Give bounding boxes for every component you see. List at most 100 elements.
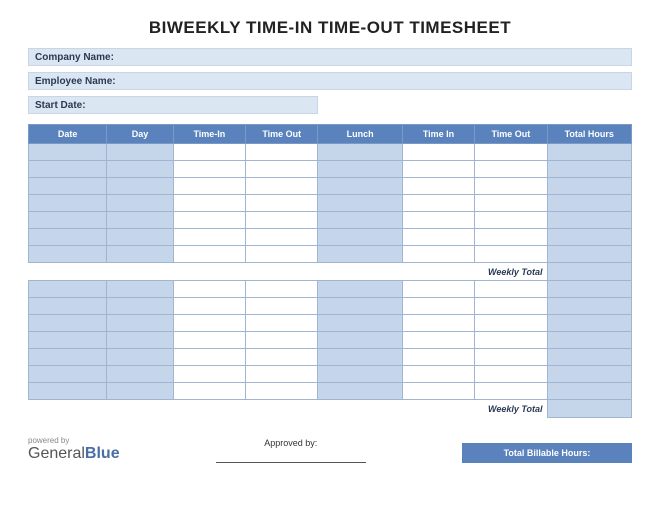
cell-total[interactable] xyxy=(547,229,631,246)
cell-day[interactable] xyxy=(107,315,173,332)
cell-timein[interactable] xyxy=(173,161,245,178)
cell-timein2[interactable] xyxy=(402,298,474,315)
cell-day[interactable] xyxy=(107,366,173,383)
cell-timeout2[interactable] xyxy=(475,366,547,383)
cell-timeout[interactable] xyxy=(246,298,318,315)
cell-total[interactable] xyxy=(547,332,631,349)
cell-day[interactable] xyxy=(107,349,173,366)
approved-by-signature-line[interactable] xyxy=(216,462,366,463)
cell-timein2[interactable] xyxy=(402,332,474,349)
cell-date[interactable] xyxy=(29,332,107,349)
cell-day[interactable] xyxy=(107,298,173,315)
cell-timeout[interactable] xyxy=(246,246,318,263)
cell-timeout2[interactable] xyxy=(475,195,547,212)
cell-timein2[interactable] xyxy=(402,281,474,298)
cell-date[interactable] xyxy=(29,366,107,383)
cell-timein[interactable] xyxy=(173,366,245,383)
cell-lunch[interactable] xyxy=(318,366,402,383)
cell-total[interactable] xyxy=(547,178,631,195)
cell-timeout2[interactable] xyxy=(475,161,547,178)
cell-date[interactable] xyxy=(29,178,107,195)
cell-timeout[interactable] xyxy=(246,229,318,246)
cell-timeout2[interactable] xyxy=(475,212,547,229)
employee-name-field[interactable]: Employee Name: xyxy=(28,72,632,90)
cell-day[interactable] xyxy=(107,281,173,298)
cell-total[interactable] xyxy=(547,349,631,366)
cell-timeout[interactable] xyxy=(246,178,318,195)
cell-lunch[interactable] xyxy=(318,178,402,195)
cell-timeout[interactable] xyxy=(246,315,318,332)
cell-timein[interactable] xyxy=(173,332,245,349)
cell-day[interactable] xyxy=(107,195,173,212)
cell-total[interactable] xyxy=(547,212,631,229)
cell-timein[interactable] xyxy=(173,144,245,161)
cell-total[interactable] xyxy=(547,144,631,161)
cell-day[interactable] xyxy=(107,161,173,178)
cell-total[interactable] xyxy=(547,298,631,315)
cell-timein[interactable] xyxy=(173,315,245,332)
cell-date[interactable] xyxy=(29,298,107,315)
cell-timeout2[interactable] xyxy=(475,246,547,263)
cell-timeout[interactable] xyxy=(246,332,318,349)
cell-day[interactable] xyxy=(107,144,173,161)
cell-timein[interactable] xyxy=(173,246,245,263)
cell-lunch[interactable] xyxy=(318,161,402,178)
cell-day[interactable] xyxy=(107,178,173,195)
cell-timein2[interactable] xyxy=(402,161,474,178)
cell-timeout2[interactable] xyxy=(475,144,547,161)
cell-timeout2[interactable] xyxy=(475,298,547,315)
cell-date[interactable] xyxy=(29,383,107,400)
cell-date[interactable] xyxy=(29,315,107,332)
cell-timein[interactable] xyxy=(173,195,245,212)
cell-timeout2[interactable] xyxy=(475,349,547,366)
cell-lunch[interactable] xyxy=(318,315,402,332)
company-name-field[interactable]: Company Name: xyxy=(28,48,632,66)
cell-total[interactable] xyxy=(547,366,631,383)
cell-timein[interactable] xyxy=(173,178,245,195)
cell-date[interactable] xyxy=(29,246,107,263)
cell-timein2[interactable] xyxy=(402,315,474,332)
cell-timein[interactable] xyxy=(173,212,245,229)
cell-date[interactable] xyxy=(29,229,107,246)
cell-timeout[interactable] xyxy=(246,349,318,366)
cell-lunch[interactable] xyxy=(318,144,402,161)
cell-timein2[interactable] xyxy=(402,144,474,161)
cell-timeout[interactable] xyxy=(246,366,318,383)
cell-timeout[interactable] xyxy=(246,383,318,400)
cell-total[interactable] xyxy=(547,161,631,178)
cell-timeout2[interactable] xyxy=(475,281,547,298)
cell-lunch[interactable] xyxy=(318,383,402,400)
cell-total[interactable] xyxy=(547,246,631,263)
cell-timein[interactable] xyxy=(173,281,245,298)
cell-day[interactable] xyxy=(107,229,173,246)
cell-timeout[interactable] xyxy=(246,144,318,161)
cell-lunch[interactable] xyxy=(318,332,402,349)
cell-timeout[interactable] xyxy=(246,195,318,212)
cell-timein2[interactable] xyxy=(402,229,474,246)
cell-day[interactable] xyxy=(107,383,173,400)
cell-total[interactable] xyxy=(547,281,631,298)
cell-date[interactable] xyxy=(29,281,107,298)
cell-date[interactable] xyxy=(29,161,107,178)
cell-lunch[interactable] xyxy=(318,246,402,263)
cell-timeout2[interactable] xyxy=(475,332,547,349)
cell-lunch[interactable] xyxy=(318,212,402,229)
cell-timein[interactable] xyxy=(173,349,245,366)
cell-timein2[interactable] xyxy=(402,195,474,212)
cell-date[interactable] xyxy=(29,144,107,161)
cell-lunch[interactable] xyxy=(318,281,402,298)
cell-timeout2[interactable] xyxy=(475,315,547,332)
cell-total[interactable] xyxy=(547,315,631,332)
cell-lunch[interactable] xyxy=(318,349,402,366)
cell-timeout2[interactable] xyxy=(475,229,547,246)
cell-timein[interactable] xyxy=(173,383,245,400)
cell-timeout2[interactable] xyxy=(475,178,547,195)
cell-lunch[interactable] xyxy=(318,195,402,212)
cell-lunch[interactable] xyxy=(318,229,402,246)
start-date-field[interactable]: Start Date: xyxy=(28,96,318,114)
cell-timeout[interactable] xyxy=(246,161,318,178)
cell-timein2[interactable] xyxy=(402,383,474,400)
cell-timein2[interactable] xyxy=(402,246,474,263)
cell-timein[interactable] xyxy=(173,229,245,246)
weekly-total-value-1[interactable] xyxy=(547,263,631,281)
